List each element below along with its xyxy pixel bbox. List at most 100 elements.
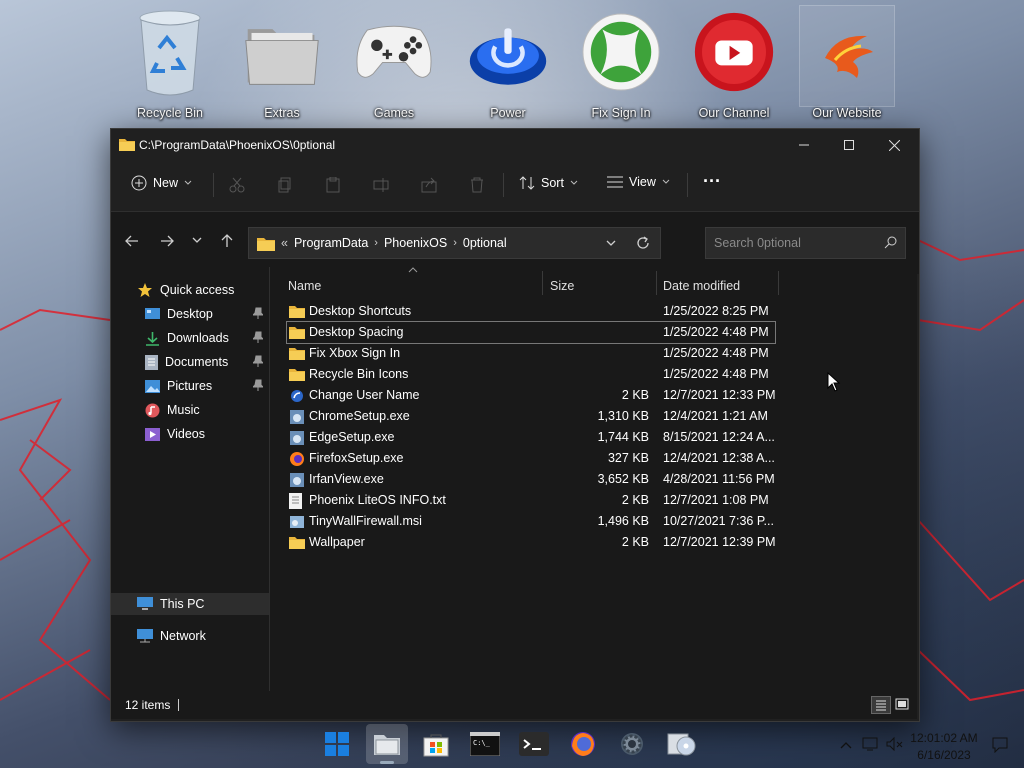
rename-icon[interactable] [373,177,389,193]
refresh-icon[interactable] [636,236,650,250]
cut-icon[interactable] [229,177,245,193]
notifications-icon[interactable] [992,737,1008,753]
sort-button[interactable]: Sort [519,175,578,191]
taskbar-command-prompt[interactable]: C:\_ [464,724,506,764]
tiles-view-button[interactable] [894,696,912,714]
share-icon[interactable] [421,177,437,193]
file-date-modified: 12/7/2021 1:08 PM [663,493,769,507]
breadcrumb-overflow[interactable]: « [281,236,288,250]
file-size: 2 KB [621,535,649,549]
breadcrumb-item[interactable]: 0ptional [463,236,507,250]
nav-item-music[interactable]: Music [145,399,200,421]
pin-icon [253,307,263,319]
file-row[interactable]: TinyWallFirewall.msi 1,496 KB 10/27/2021 7… [287,511,775,532]
file-row[interactable]: ChromeSetup.exe 1,310 KB 12/4/2021 1:21 AM [287,406,775,427]
taskbar-firefox[interactable] [562,724,604,764]
recent-locations-chevron-icon[interactable] [192,237,202,245]
back-arrow-icon[interactable] [125,234,139,248]
toolbar-divider [687,173,688,197]
chevron-down-icon [184,180,192,185]
file-row[interactable]: Desktop Shortcuts 1/25/2022 8:25 PM [287,301,775,322]
title-bar[interactable]: C:\ProgramData\PhoenixOS\0ptional [111,129,919,161]
address-field[interactable]: « ProgramData › PhoenixOS › 0ptional [248,227,661,259]
file-size: 3,652 KB [597,472,649,486]
store-icon [423,734,449,757]
chevron-right-icon[interactable]: › [374,237,378,249]
taskbar-settings[interactable] [611,724,653,764]
file-size: 1,496 KB [597,514,649,528]
file-row[interactable]: FirefoxSetup.exe 327 KB 12/4/2021 12:38 A.… [287,448,775,469]
volume-muted-icon[interactable] [886,736,904,752]
start-button[interactable] [316,724,358,764]
desktop-icon-label: Power [490,106,526,120]
desktop-icon-our-channel[interactable]: Our Channel [684,6,784,120]
file-row[interactable]: Fix Xbox Sign In 1/25/2022 4:48 PM [287,343,775,364]
nav-item-documents[interactable]: Documents [145,351,263,373]
address-dropdown-icon[interactable] [606,240,616,247]
copy-icon[interactable] [277,177,293,193]
gamepad-icon [354,6,434,98]
new-button[interactable]: New [131,175,192,191]
nav-item-downloads[interactable]: Downloads [145,327,263,349]
desktop-icon-extras[interactable]: Extras [232,6,332,120]
paste-icon[interactable] [325,177,341,193]
view-button[interactable]: View [607,175,670,189]
nav-quick-access[interactable]: Quick access [137,279,234,301]
column-header-name[interactable]: Name [288,279,321,293]
desktop-icon-power[interactable]: Power [458,6,558,120]
chevron-right-icon[interactable]: › [453,237,457,249]
desktop-icon-label: Extras [264,106,300,120]
forward-arrow-icon[interactable] [160,234,174,248]
up-arrow-icon[interactable] [220,234,234,248]
breadcrumb-item[interactable]: PhoenixOS [384,236,447,250]
nav-item-videos[interactable]: Videos [145,423,205,445]
file-row[interactable]: IrfanView.exe 3,652 KB 4/28/2021 11:56 PM [287,469,775,490]
taskbar-store[interactable] [415,724,457,764]
maximize-button[interactable] [826,129,872,161]
delete-icon[interactable] [469,177,485,193]
settings-gear-icon [621,733,643,755]
nav-this-pc[interactable]: This PC [111,593,269,615]
file-row[interactable]: Recycle Bin Icons 1/25/2022 4:48 PM [287,364,775,385]
column-divider[interactable] [778,271,779,295]
more-options-button[interactable]: ··· [703,171,721,192]
file-row[interactable]: Change User Name 2 KB 12/7/2021 12:33 PM [287,385,776,406]
folder-icon [289,325,305,342]
file-row[interactable]: Phoenix LiteOS INFO.txt 2 KB 12/7/2021 1:0… [287,490,775,511]
breadcrumb-item[interactable]: ProgramData [294,236,368,250]
desktop-icon-fix-sign-in[interactable]: Fix Sign In [571,6,671,120]
address-bar-row: « ProgramData › PhoenixOS › 0ptional Sea… [111,212,919,274]
column-divider[interactable] [656,271,657,295]
details-view-button[interactable] [871,696,891,714]
show-hidden-icons-chevron-icon[interactable] [840,741,852,749]
file-name: EdgeSetup.exe [309,430,395,444]
column-header-size[interactable]: Size [550,279,574,293]
desktop-icon-games[interactable]: Games [344,6,444,120]
desktop-icon-recycle-bin[interactable]: Recycle Bin [120,6,220,120]
folder-icon [242,6,322,98]
pin-icon [253,331,263,343]
column-divider[interactable] [542,271,543,295]
desktop-icon-our-website[interactable]: Our Website [797,5,897,120]
file-date-modified: 10/27/2021 7:36 P... [663,514,774,528]
nav-item-pictures[interactable]: Pictures [145,375,263,397]
file-name: Desktop Shortcuts [309,304,412,318]
file-row[interactable]: EdgeSetup.exe 1,744 KB 8/15/2021 12:24 A..… [287,427,775,448]
application-icon [289,472,305,491]
system-clock[interactable]: 12:01:02 AM 6/16/2023 [904,730,984,764]
file-row[interactable]: Wallpaper 2 KB 12/7/2021 12:39 PM [287,532,776,553]
column-header-date-modified[interactable]: Date modified [663,279,740,293]
taskbar-terminal[interactable] [513,724,555,764]
search-input[interactable]: Search 0ptional [705,227,906,259]
taskbar-media-player[interactable] [660,724,702,764]
file-date-modified: 1/25/2022 4:48 PM [663,346,769,360]
minimize-button[interactable] [781,129,827,161]
taskbar: C:\_ 12:01:02 AM 6/16/2023 [0,720,1024,768]
nav-item-desktop[interactable]: Desktop [145,303,263,325]
nav-network[interactable]: Network [137,625,206,647]
close-button[interactable] [871,129,917,161]
file-row[interactable]: Desktop Spacing 1/25/2022 4:48 PM [286,321,776,344]
network-tray-icon[interactable] [862,736,880,752]
search-placeholder: Search 0ptional [714,236,801,250]
taskbar-file-explorer[interactable] [366,724,408,764]
